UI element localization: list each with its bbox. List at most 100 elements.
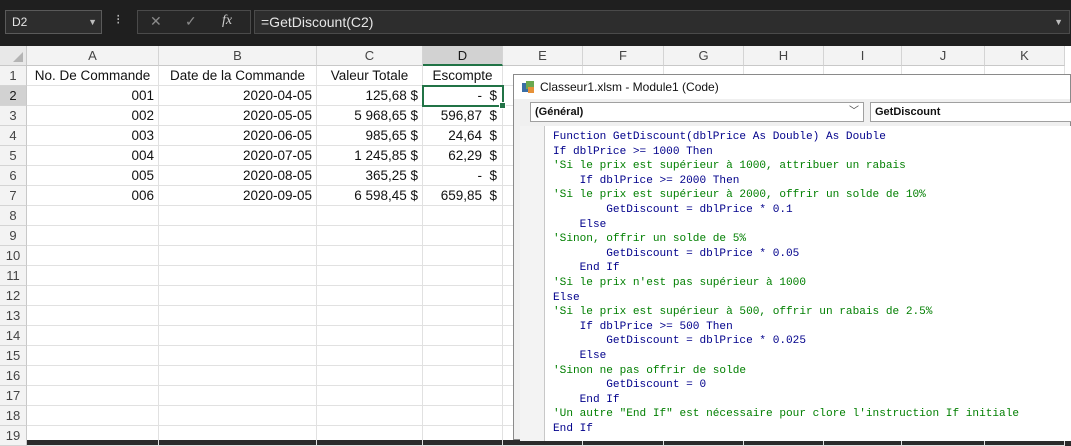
cell[interactable] [159, 226, 317, 246]
total-value-cell[interactable]: 125,68 $ [317, 86, 423, 106]
row-header-6[interactable]: 6 [0, 166, 27, 186]
cell[interactable] [423, 386, 503, 406]
cell[interactable] [159, 266, 317, 286]
name-box-dropdown-icon[interactable]: ▼ [88, 11, 97, 33]
order-number-cell[interactable]: 005 [27, 166, 159, 186]
column-header-g[interactable]: G [664, 46, 744, 66]
row-header-15[interactable]: 15 [0, 346, 27, 366]
column-header-h[interactable]: H [744, 46, 824, 66]
total-value-cell[interactable]: 365,25 $ [317, 166, 423, 186]
header-cell[interactable]: Valeur Totale [317, 66, 423, 86]
order-date-cell[interactable]: 2020-07-05 [159, 146, 317, 166]
header-cell[interactable]: Date de la Commande [159, 66, 317, 86]
discount-cell[interactable]: - $ [423, 86, 503, 106]
total-value-cell[interactable]: 5 968,65 $ [317, 106, 423, 126]
order-number-cell[interactable]: 004 [27, 146, 159, 166]
order-number-cell[interactable]: 002 [27, 106, 159, 126]
row-header-1[interactable]: 1 [0, 66, 27, 86]
order-number-cell[interactable]: 003 [27, 126, 159, 146]
insert-function-icon[interactable]: fx [222, 13, 232, 29]
cell[interactable] [317, 266, 423, 286]
cell[interactable] [27, 346, 159, 366]
row-header-19[interactable]: 19 [0, 426, 27, 446]
cell[interactable] [27, 246, 159, 266]
cell[interactable] [423, 246, 503, 266]
cell[interactable] [159, 406, 317, 426]
discount-cell[interactable]: - $ [423, 166, 503, 186]
row-header-3[interactable]: 3 [0, 106, 27, 126]
cell[interactable] [317, 246, 423, 266]
cancel-icon[interactable]: ✕ [150, 13, 162, 30]
row-header-8[interactable]: 8 [0, 206, 27, 226]
cell[interactable] [27, 206, 159, 226]
row-header-13[interactable]: 13 [0, 306, 27, 326]
cell[interactable] [317, 226, 423, 246]
cell[interactable] [317, 366, 423, 386]
cell[interactable] [159, 306, 317, 326]
cell[interactable] [27, 406, 159, 426]
cell[interactable] [159, 206, 317, 226]
column-header-j[interactable]: J [902, 46, 985, 66]
cell[interactable] [27, 386, 159, 406]
cell[interactable] [317, 386, 423, 406]
name-box[interactable]: D2 ▼ [5, 10, 102, 34]
row-header-9[interactable]: 9 [0, 226, 27, 246]
row-header-17[interactable]: 17 [0, 386, 27, 406]
order-date-cell[interactable]: 2020-06-05 [159, 126, 317, 146]
column-header-f[interactable]: F [583, 46, 664, 66]
cell[interactable] [159, 386, 317, 406]
cell[interactable] [423, 286, 503, 306]
cell[interactable] [27, 326, 159, 346]
column-header-i[interactable]: I [824, 46, 902, 66]
cell[interactable] [423, 306, 503, 326]
order-number-cell[interactable]: 006 [27, 186, 159, 206]
order-date-cell[interactable]: 2020-09-05 [159, 186, 317, 206]
cell[interactable] [317, 346, 423, 366]
expand-formula-icon[interactable]: ▼ [1054, 11, 1063, 33]
total-value-cell[interactable]: 1 245,85 $ [317, 146, 423, 166]
row-header-16[interactable]: 16 [0, 366, 27, 386]
cell[interactable] [317, 406, 423, 426]
row-header-4[interactable]: 4 [0, 126, 27, 146]
row-header-10[interactable]: 10 [0, 246, 27, 266]
discount-cell[interactable]: 62,29 $ [423, 146, 503, 166]
cell[interactable] [317, 306, 423, 326]
chevron-down-icon[interactable]: ﹀ [849, 103, 859, 121]
column-header-d[interactable]: D [423, 46, 503, 66]
cell[interactable] [317, 326, 423, 346]
column-header-a[interactable]: A [27, 46, 159, 66]
header-cell[interactable]: No. De Commande [27, 66, 159, 86]
cell[interactable] [317, 206, 423, 226]
row-header-5[interactable]: 5 [0, 146, 27, 166]
order-date-cell[interactable]: 2020-04-05 [159, 86, 317, 106]
cell[interactable] [423, 366, 503, 386]
formula-input[interactable]: =GetDiscount(C2) ▼ [254, 10, 1070, 34]
cell[interactable] [423, 226, 503, 246]
cell[interactable] [27, 266, 159, 286]
row-header-18[interactable]: 18 [0, 406, 27, 426]
cell[interactable] [423, 266, 503, 286]
discount-cell[interactable]: 659,85 $ [423, 186, 503, 206]
cell[interactable] [159, 426, 317, 446]
column-header-b[interactable]: B [159, 46, 317, 66]
cell[interactable] [159, 246, 317, 266]
discount-cell[interactable]: 24,64 $ [423, 126, 503, 146]
cell[interactable] [423, 326, 503, 346]
cell[interactable] [317, 286, 423, 306]
cell[interactable] [159, 286, 317, 306]
column-header-e[interactable]: E [503, 46, 583, 66]
cell[interactable] [159, 346, 317, 366]
row-header-14[interactable]: 14 [0, 326, 27, 346]
select-all-corner[interactable] [0, 46, 27, 66]
column-header-c[interactable]: C [317, 46, 423, 66]
cell[interactable] [27, 226, 159, 246]
cell[interactable] [159, 366, 317, 386]
order-number-cell[interactable]: 001 [27, 86, 159, 106]
row-header-7[interactable]: 7 [0, 186, 27, 206]
row-header-11[interactable]: 11 [0, 266, 27, 286]
cell[interactable] [423, 406, 503, 426]
cell[interactable] [27, 426, 159, 446]
order-date-cell[interactable]: 2020-08-05 [159, 166, 317, 186]
cell[interactable] [423, 206, 503, 226]
cell[interactable] [159, 326, 317, 346]
